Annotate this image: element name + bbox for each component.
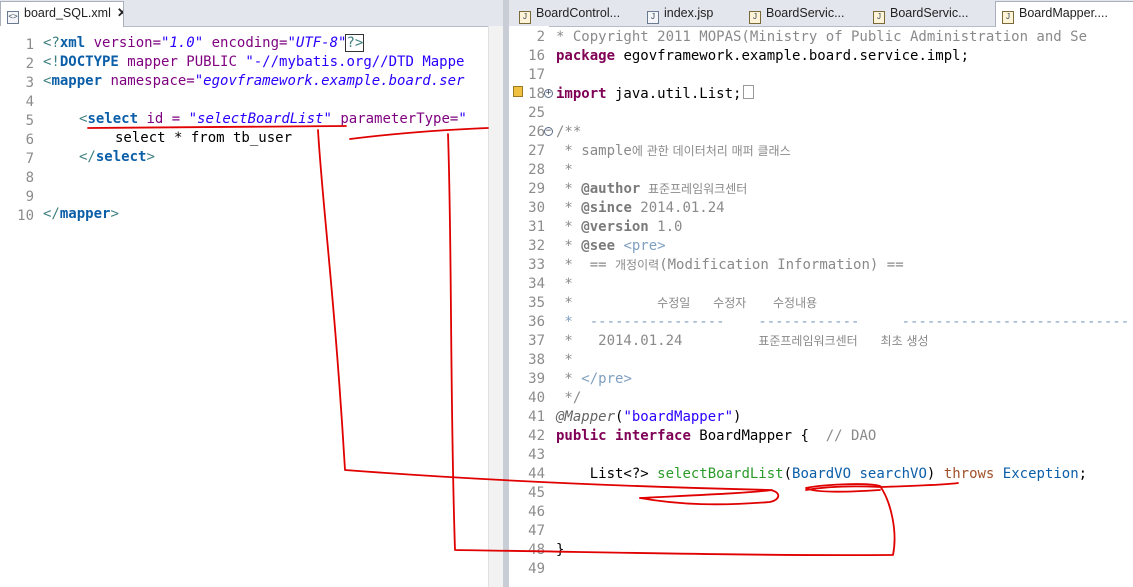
- java-code-area[interactable]: * Copyright 2011 MOPAS(Ministry of Publi…: [556, 26, 1133, 587]
- tab-board-service[interactable]: J BoardServic...: [743, 2, 863, 24]
- expand-fold-icon[interactable]: +: [544, 89, 553, 98]
- tab-board-mapper[interactable]: J BoardMapper....: [995, 1, 1133, 27]
- line-number: 10: [17, 208, 34, 224]
- line-number: 17: [528, 67, 545, 83]
- tab-label: board_SQL.xml: [24, 6, 111, 20]
- java-file-icon: J: [1002, 11, 1014, 24]
- code-line-33: * == 개정이력(Modification Information) ==: [556, 257, 904, 273]
- vertical-scrollbar[interactable]: [488, 26, 503, 587]
- warning-marker-icon[interactable]: [513, 86, 523, 97]
- line-number: 6: [25, 132, 34, 148]
- jsp-file-icon: J: [647, 11, 659, 24]
- line-number: 16: [528, 48, 545, 64]
- java-file-icon: J: [519, 11, 531, 24]
- tab-board-service-impl[interactable]: J BoardServic...: [867, 2, 987, 24]
- code-line-40: */: [556, 390, 582, 406]
- right-tab-bar: J BoardControl... Jindex.jsp J BoardServic…: [509, 0, 1133, 27]
- line-number-gutter: 2 16 17 18 25 26 27 28 29 30 31 32 33 34…: [509, 26, 549, 587]
- code-line-35: * 수정일 수정자 수정내용: [556, 295, 818, 311]
- line-number: 1: [25, 37, 34, 53]
- line-number: 43: [528, 447, 545, 463]
- left-tab-bar: <> board_SQL.xml ✕: [0, 0, 503, 27]
- line-number: 25: [528, 105, 545, 121]
- code-line-37: * 2014.01.24 표준프레임워크센터 최초 생성: [556, 333, 929, 349]
- line-number-gutter: 1 2 3 4 5 6 7 8 9 10: [0, 26, 38, 587]
- line-number: 36: [528, 314, 545, 330]
- folded-imports-icon[interactable]: [743, 85, 755, 99]
- line-number: 34: [528, 276, 545, 292]
- line-number: 4: [25, 94, 34, 110]
- tab-board-controller[interactable]: J BoardControl...: [513, 2, 631, 24]
- line-number: 39: [528, 371, 545, 387]
- java-file-icon: J: [749, 11, 761, 24]
- code-line-34: *: [556, 276, 573, 292]
- line-number: 27: [528, 143, 545, 159]
- line-number: 35: [528, 295, 545, 311]
- line-number: 45: [528, 485, 545, 501]
- code-line-48: }: [556, 542, 565, 558]
- line-number: 47: [528, 523, 545, 539]
- line-number: 7: [25, 151, 34, 167]
- code-line-6: select * from tb_user: [115, 130, 293, 146]
- code-line-28: *: [556, 162, 573, 178]
- line-number: 2: [25, 56, 34, 72]
- code-line-41: @Mapper("boardMapper"): [556, 409, 742, 425]
- code-line-16: package egovframework.example.board.serv…: [556, 48, 970, 64]
- line-number: 3: [25, 75, 34, 91]
- close-icon[interactable]: ✕: [117, 5, 123, 20]
- xml-file-icon: <>: [7, 11, 19, 24]
- code-line-27: * sample에 관한 데이터처리 매퍼 클래스: [556, 143, 791, 159]
- code-line-29: * @author 표준프레임워크센터: [556, 181, 748, 197]
- code-line-42: public interface BoardMapper { // DAO: [556, 428, 877, 444]
- code-line-2: <!DOCTYPE mapper PUBLIC "-//mybatis.org/…: [43, 54, 465, 70]
- code-line-26: /**: [556, 124, 582, 140]
- line-number: 40: [528, 390, 545, 406]
- line-number: 26: [528, 124, 545, 140]
- line-number: 33: [528, 257, 545, 273]
- right-editor-pane: J BoardControl... Jindex.jsp J BoardServic…: [509, 0, 1133, 587]
- code-line-5: <select id = "selectBoardList" parameter…: [79, 111, 467, 127]
- tab-index-jsp[interactable]: Jindex.jsp: [641, 2, 741, 24]
- line-number: 9: [25, 189, 34, 205]
- code-line-10: </mapper>: [43, 206, 119, 222]
- code-line-39: * </pre>: [556, 371, 632, 387]
- line-number: 46: [528, 504, 545, 520]
- code-line-2: * Copyright 2011 MOPAS(Ministry of Publi…: [556, 29, 1088, 45]
- line-number: 30: [528, 200, 545, 216]
- code-line-1: <?xml version="1.0" encoding="UTF-8"?>: [43, 34, 365, 52]
- code-line-7: </select>: [79, 149, 155, 165]
- line-number: 2: [536, 29, 545, 45]
- code-line-18: import java.util.List;: [556, 85, 755, 104]
- code-line-3: <mapper namespace="egovframework.example…: [43, 73, 465, 89]
- code-line-30: * @since 2014.01.24: [556, 200, 725, 216]
- tab-board-sql-xml[interactable]: <> board_SQL.xml ✕: [0, 1, 124, 27]
- code-line-44: List<?> selectBoardList(BoardVO searchVO…: [556, 466, 1088, 482]
- xml-code-area[interactable]: <?xml version="1.0" encoding="UTF-8"?> <…: [43, 26, 503, 587]
- code-line-36: * ---------------- ------------ --------…: [556, 314, 1130, 330]
- code-line-32: * @see <pre>: [556, 238, 666, 254]
- code-line-38: *: [556, 352, 573, 368]
- line-number: 37: [528, 333, 545, 349]
- line-number: 28: [528, 162, 545, 178]
- left-editor-pane: <> board_SQL.xml ✕ 1 2 3 4 5 6 7 8 9 10 <?…: [0, 0, 503, 587]
- code-line-31: * @version 1.0: [556, 219, 683, 235]
- java-file-icon: J: [873, 11, 885, 24]
- line-number: 5: [25, 113, 34, 129]
- line-number: 44: [528, 466, 545, 482]
- line-number: 8: [25, 170, 34, 186]
- line-number: 29: [528, 181, 545, 197]
- line-number: 48: [528, 542, 545, 558]
- line-number: 41: [528, 409, 545, 425]
- line-number: 31: [528, 219, 545, 235]
- line-number: 42: [528, 428, 545, 444]
- line-number: 18: [528, 86, 545, 102]
- line-number: 38: [528, 352, 545, 368]
- line-number: 32: [528, 238, 545, 254]
- line-number: 49: [528, 561, 545, 577]
- collapse-fold-icon[interactable]: −: [544, 127, 553, 136]
